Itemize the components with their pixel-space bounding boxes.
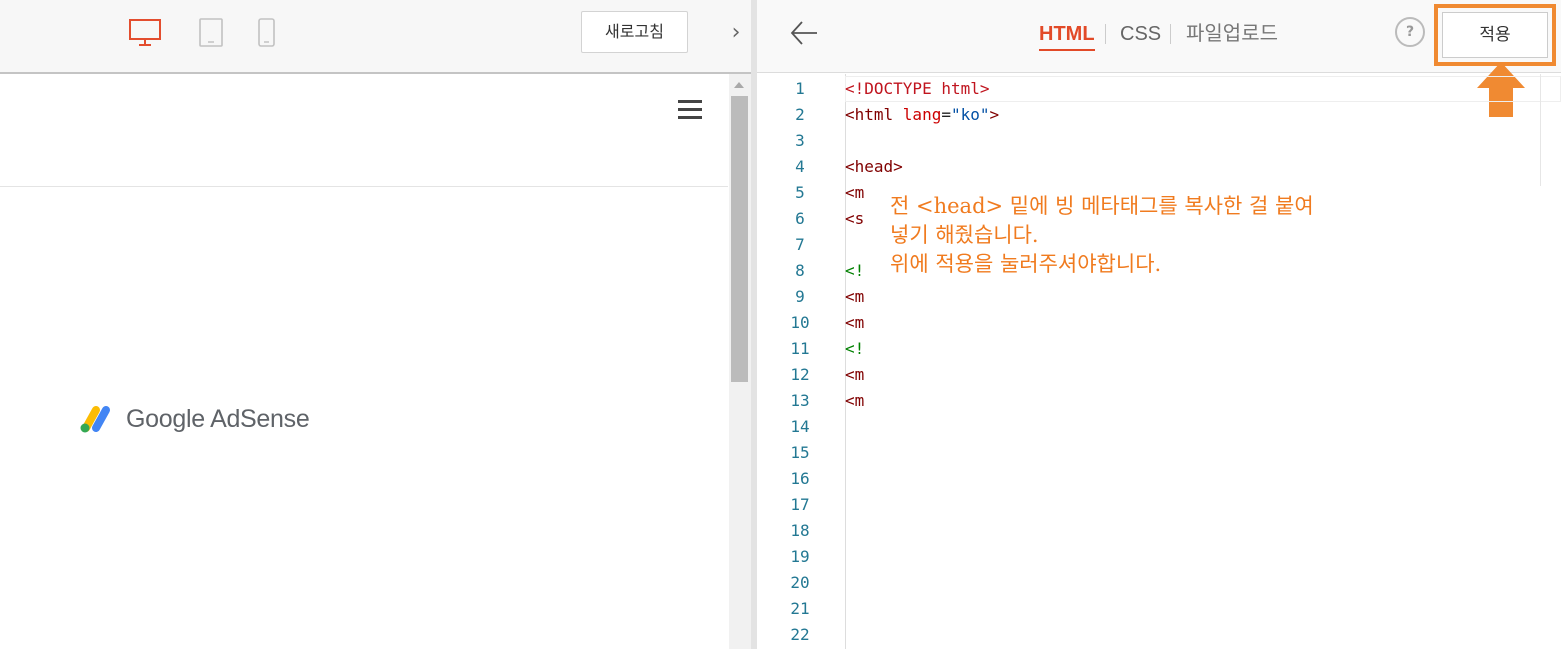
code-token: > bbox=[989, 105, 1000, 124]
code-token: <head> bbox=[845, 157, 903, 176]
adsense-mark-icon bbox=[80, 406, 110, 433]
apply-button[interactable]: 적용 bbox=[1442, 12, 1548, 58]
line-number: 1 bbox=[795, 79, 805, 98]
code-token: <m bbox=[845, 391, 865, 410]
code-line[interactable]: <m bbox=[845, 180, 864, 206]
desktop-icon[interactable] bbox=[128, 18, 162, 52]
scroll-thumb[interactable] bbox=[731, 96, 748, 382]
code-token: <html bbox=[845, 105, 903, 124]
line-number: 5 bbox=[795, 183, 805, 202]
code-line[interactable]: <s bbox=[845, 206, 864, 232]
preview-toolbar: 새로고침 › bbox=[0, 0, 751, 74]
preview-header bbox=[0, 74, 728, 187]
tab-separator bbox=[1105, 24, 1106, 44]
line-number: 8 bbox=[795, 261, 805, 280]
code-line[interactable]: <! bbox=[845, 336, 864, 362]
line-number: 15 bbox=[790, 443, 810, 462]
preview-pane: 새로고침 › Google AdSense bbox=[0, 0, 751, 649]
preview-scrollbar[interactable] bbox=[729, 74, 751, 649]
refresh-button[interactable]: 새로고침 bbox=[581, 11, 688, 53]
code-line[interactable]: <! bbox=[845, 258, 864, 284]
editor-pane: HTML CSS 파일업로드 ? 적용 1 2 3 4 5 6 7 8 9 10 11 12 13 14 1… bbox=[757, 0, 1561, 649]
line-number: 11 bbox=[790, 339, 810, 358]
line-number-gutter: 1 2 3 4 5 6 7 8 9 10 11 12 13 14 15 16 17 18 19 20 21 22 bbox=[757, 74, 846, 649]
code-token: <!DOCTYPE html> bbox=[845, 79, 990, 98]
tablet-icon[interactable] bbox=[198, 18, 224, 52]
code-token: <m bbox=[845, 183, 865, 202]
line-number: 20 bbox=[790, 573, 810, 592]
line-number: 18 bbox=[790, 521, 810, 540]
chevron-right-icon[interactable]: › bbox=[722, 16, 750, 52]
code-token: <! bbox=[845, 339, 865, 358]
adsense-logo: Google AdSense bbox=[78, 402, 310, 436]
tab-css[interactable]: CSS bbox=[1120, 19, 1161, 49]
line-number: 16 bbox=[790, 469, 810, 488]
code-line[interactable]: <m bbox=[845, 310, 864, 336]
code-token: lang bbox=[902, 105, 942, 124]
tab-html[interactable]: HTML bbox=[1039, 19, 1095, 51]
editor-toolbar: HTML CSS 파일업로드 ? 적용 bbox=[757, 0, 1561, 73]
line-number: 4 bbox=[795, 157, 805, 176]
code-line[interactable]: <m bbox=[845, 388, 864, 414]
line-number: 9 bbox=[795, 287, 805, 306]
line-number: 10 bbox=[790, 313, 810, 332]
code-line[interactable]: <!DOCTYPE html> bbox=[845, 76, 990, 102]
tab-separator bbox=[1170, 24, 1171, 44]
arrow-left-icon[interactable] bbox=[789, 18, 819, 48]
line-number: 13 bbox=[790, 391, 810, 410]
code-line[interactable]: <m bbox=[845, 284, 864, 310]
line-number: 7 bbox=[795, 235, 805, 254]
code-token: <m bbox=[845, 313, 865, 332]
code-line[interactable]: <m bbox=[845, 362, 864, 388]
line-number: 6 bbox=[795, 209, 805, 228]
adsense-logo-text: Google AdSense bbox=[126, 404, 310, 433]
line-number: 19 bbox=[790, 547, 810, 566]
line-number: 3 bbox=[795, 131, 805, 150]
line-number: 14 bbox=[790, 417, 810, 436]
help-icon[interactable]: ? bbox=[1395, 17, 1425, 47]
line-number: 2 bbox=[795, 105, 805, 124]
line-number: 21 bbox=[790, 599, 810, 618]
line-number: 22 bbox=[790, 625, 810, 644]
code-line[interactable]: <html lang="ko"> bbox=[845, 102, 999, 128]
code-token: <m bbox=[845, 365, 865, 384]
line-number: 12 bbox=[790, 365, 810, 384]
hamburger-icon[interactable] bbox=[678, 100, 702, 120]
line-number: 17 bbox=[790, 495, 810, 514]
code-token: "ko" bbox=[950, 105, 990, 124]
code-line[interactable]: <head> bbox=[845, 154, 903, 180]
editor-ruler bbox=[1540, 74, 1541, 186]
scroll-up-arrow-icon[interactable] bbox=[734, 82, 744, 88]
annotation-note: 전 <head> 밑에 빙 메타태그를 복사한 걸 붙여 넣기 해줬습니다. 위… bbox=[890, 194, 1314, 276]
code-token: <s bbox=[845, 209, 865, 228]
code-token: <! bbox=[845, 261, 865, 280]
mobile-icon[interactable] bbox=[257, 18, 277, 52]
code-editor[interactable]: 1 2 3 4 5 6 7 8 9 10 11 12 13 14 15 16 17 18 19 20 21 22 <!DO… bbox=[757, 74, 1561, 649]
code-token: <m bbox=[845, 287, 865, 306]
code-token: = bbox=[941, 105, 951, 124]
tab-file-upload[interactable]: 파일업로드 bbox=[1186, 19, 1278, 49]
